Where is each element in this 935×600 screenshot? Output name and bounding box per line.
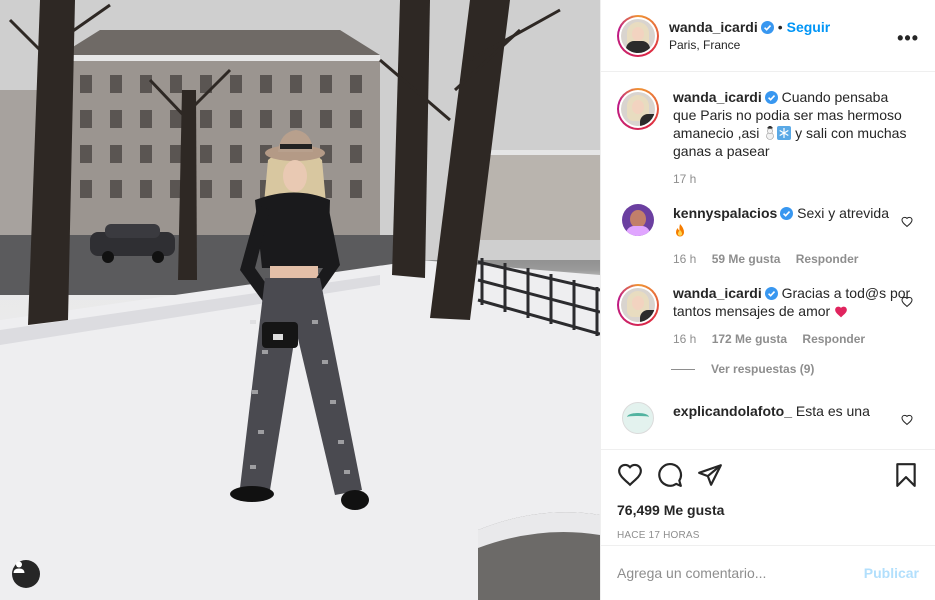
comment-likes[interactable]: 172 Me gusta	[712, 332, 787, 346]
like-heart-icon[interactable]	[617, 462, 643, 488]
verified-badge-icon	[764, 287, 778, 300]
follow-button[interactable]: Seguir	[787, 19, 831, 35]
view-replies-label[interactable]: Ver respuestas (9)	[711, 362, 814, 376]
comment-time[interactable]: 16 h	[673, 252, 696, 266]
caption-username[interactable]: wanda_icardi	[673, 89, 762, 105]
like-comment-heart-icon[interactable]	[901, 296, 913, 308]
separator-dot: •	[777, 18, 783, 35]
comment-username[interactable]: explicandolafoto_	[673, 403, 792, 419]
reply-button[interactable]: Responder	[796, 252, 859, 266]
comment-item: explicandolafoto_ Esta es una	[617, 402, 919, 434]
comment-text: Esta es una	[795, 403, 870, 419]
like-comment-heart-icon[interactable]	[901, 414, 913, 426]
caption: wanda_icardi Cuando pensaba que Paris no…	[617, 88, 919, 188]
tagged-users-button[interactable]	[12, 560, 40, 588]
comment-username[interactable]: wanda_icardi	[673, 285, 762, 301]
like-comment-heart-icon[interactable]	[901, 216, 913, 228]
snowman-emoji-icon	[766, 126, 775, 140]
user-icon	[13, 561, 25, 573]
comment-item: wanda_icardi Gracias a tod@s por tantos …	[617, 284, 919, 348]
comment-likes[interactable]: 59 Me gusta	[712, 252, 781, 266]
more-options-icon[interactable]: •••	[897, 28, 919, 49]
post-side-panel: wanda_icardi • Seguir Paris, France ••• wa…	[600, 0, 935, 600]
publish-button[interactable]: Publicar	[864, 565, 919, 581]
post-location[interactable]: Paris, France	[669, 36, 830, 54]
post-actions: 76,499 Me gusta HACE 17 HORAS	[601, 449, 935, 545]
add-comment-input[interactable]	[617, 565, 864, 581]
view-replies-button[interactable]: Ver respuestas (9)	[671, 362, 919, 376]
comments-list[interactable]: wanda_icardi Cuando pensaba que Paris no…	[601, 72, 935, 449]
commenter-avatar[interactable]	[622, 402, 654, 434]
red-heart-emoji-icon	[835, 306, 847, 318]
comment-username[interactable]: kennyspalacios	[673, 205, 777, 221]
photo-scene	[0, 0, 600, 600]
reply-button[interactable]: Responder	[802, 332, 865, 346]
commenter-avatar[interactable]	[622, 204, 654, 236]
comment-composer: Publicar	[601, 545, 935, 600]
caption-time[interactable]: 17 h	[673, 172, 696, 186]
post-photo[interactable]	[0, 0, 600, 600]
verified-badge-icon	[780, 207, 794, 220]
comment-bubble-icon[interactable]	[657, 462, 683, 488]
likes-count[interactable]: 76,499 Me gusta	[617, 502, 919, 518]
fire-emoji-icon	[676, 224, 684, 237]
author-username[interactable]: wanda_icardi	[669, 19, 758, 35]
save-bookmark-icon[interactable]	[893, 462, 919, 488]
post-timestamp[interactable]: HACE 17 HORAS	[617, 530, 919, 541]
share-send-icon[interactable]	[697, 462, 723, 488]
comment-item: kennyspalacios Sexi y atrevida 16 h 59 M…	[617, 204, 919, 268]
snowflake-emoji-icon	[777, 126, 792, 140]
commenter-avatar[interactable]	[617, 284, 659, 326]
comment-text: Sexi y atrevida	[797, 205, 889, 221]
comment-time[interactable]: 16 h	[673, 332, 696, 346]
author-avatar[interactable]	[617, 14, 659, 57]
post-header: wanda_icardi • Seguir Paris, France •••	[601, 0, 935, 72]
verified-badge-icon	[764, 91, 778, 104]
caption-avatar[interactable]	[617, 88, 659, 130]
verified-badge-icon	[760, 20, 774, 34]
